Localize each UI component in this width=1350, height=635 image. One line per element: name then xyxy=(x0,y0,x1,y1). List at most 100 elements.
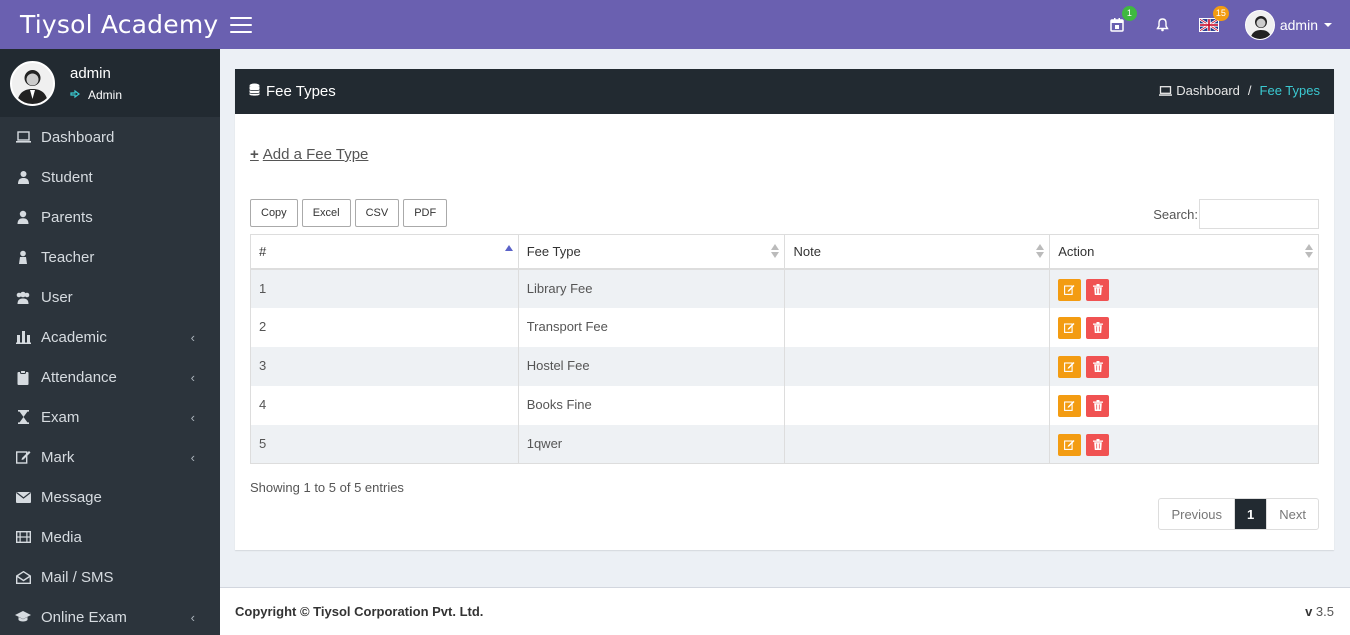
table-search: Search: xyxy=(1153,199,1319,229)
csv-button[interactable]: CSV xyxy=(354,199,400,227)
add-fee-type-link[interactable]: + Add a Fee Type xyxy=(250,146,368,163)
cell-actions xyxy=(1049,346,1319,386)
delete-button[interactable] xyxy=(1086,316,1110,339)
add-fee-type-label: Add a Fee Type xyxy=(262,146,369,163)
sidebar-item-label: Academic xyxy=(41,328,107,346)
student-icon xyxy=(15,169,31,185)
fee-types-table: # Fee Type Note Action 1 Library Fee 2 T… xyxy=(250,234,1319,464)
breadcrumb-dashboard-link[interactable]: Dashboard xyxy=(1159,83,1240,98)
edit-button[interactable] xyxy=(1058,433,1082,456)
delete-button[interactable] xyxy=(1086,278,1110,301)
caret-down-icon xyxy=(1324,22,1332,27)
sidebar-item-label: Online Exam xyxy=(41,608,127,626)
sidebar-item-media[interactable]: Media xyxy=(0,517,220,557)
sidebar-user-role-label: Admin xyxy=(88,87,123,102)
delete-button[interactable] xyxy=(1086,433,1110,456)
trash-icon xyxy=(1092,439,1103,450)
calendar-notification-icon[interactable]: 1 xyxy=(1107,5,1137,35)
table-row: 5 1qwer xyxy=(250,424,1319,464)
edit-button[interactable] xyxy=(1058,355,1082,378)
laptop-icon xyxy=(15,129,31,145)
pdf-button[interactable]: PDF xyxy=(403,199,448,227)
sidebar-item-dashboard[interactable]: Dashboard xyxy=(0,117,220,157)
sidebar-item-label: Student xyxy=(41,168,93,186)
top-navbar: Tiysol Academy 1 15 admin xyxy=(0,0,1350,49)
bell-icon[interactable] xyxy=(1153,15,1173,35)
breadcrumb-current: Fee Types xyxy=(1259,83,1320,98)
delete-button[interactable] xyxy=(1086,394,1110,417)
breadcrumb-home-label: Dashboard xyxy=(1176,83,1240,98)
brand-logo[interactable]: Tiysol Academy xyxy=(0,0,220,49)
cell-note xyxy=(784,385,1051,425)
edit-icon xyxy=(1064,285,1075,295)
language-flag-icon[interactable]: 15 xyxy=(1198,5,1229,35)
sidebar-user-role: Admin xyxy=(70,88,122,102)
sidebar-item-label: User xyxy=(41,288,73,306)
sidebar-item-attendance[interactable]: Attendance ‹ xyxy=(0,357,220,397)
table-row: 4 Books Fine xyxy=(250,385,1319,425)
column-header-action[interactable]: Action xyxy=(1049,234,1319,270)
sidebar-item-label: Media xyxy=(41,528,82,546)
page-1-button[interactable]: 1 xyxy=(1235,499,1267,529)
sidebar-item-user[interactable]: User xyxy=(0,277,220,317)
column-header-label: Action xyxy=(1058,243,1095,259)
sidebar-item-label: Exam xyxy=(41,408,80,426)
sort-ascending-icon xyxy=(504,245,513,253)
chevron-left-icon: ‹ xyxy=(190,450,195,465)
cell-note xyxy=(784,424,1051,464)
search-label: Search: xyxy=(1153,206,1198,222)
edit-button[interactable] xyxy=(1058,278,1082,301)
version-prefix: v xyxy=(1305,604,1313,619)
copy-button[interactable]: Copy xyxy=(250,199,298,227)
sort-icon xyxy=(1036,244,1045,258)
cell-fee-type: Books Fine xyxy=(517,385,786,425)
sidebar-item-exam[interactable]: Exam ‹ xyxy=(0,397,220,437)
sidebar-toggle-icon[interactable] xyxy=(230,16,252,33)
cell-number: 2 xyxy=(250,307,519,347)
sidebar-user-name: admin xyxy=(70,64,111,82)
sidebar-item-parents[interactable]: Parents xyxy=(0,197,220,237)
sidebar-item-mark[interactable]: Mark ‹ xyxy=(0,437,220,477)
sidebar-item-student[interactable]: Student xyxy=(0,157,220,197)
footer: Copyright © Tiysol Corporation Pvt. Ltd.… xyxy=(220,587,1350,635)
column-header-note[interactable]: Note xyxy=(784,234,1051,270)
delete-button[interactable] xyxy=(1086,355,1110,378)
search-input[interactable] xyxy=(1199,199,1319,229)
sidebar-item-teacher[interactable]: Teacher xyxy=(0,237,220,277)
cell-note xyxy=(784,307,1051,347)
chevron-left-icon: ‹ xyxy=(190,330,195,345)
envelope-open-icon xyxy=(15,569,31,585)
sidebar-item-academic[interactable]: Academic ‹ xyxy=(0,317,220,357)
avatar xyxy=(10,60,55,106)
column-header-number[interactable]: # xyxy=(250,234,519,270)
sidebar-item-message[interactable]: Message xyxy=(0,477,220,517)
cell-actions xyxy=(1049,424,1319,464)
breadcrumb-separator: / xyxy=(1247,83,1252,98)
envelope-icon xyxy=(15,489,31,505)
fee-types-panel: Fee Types Dashboard / Fee Types + Add a … xyxy=(235,69,1334,550)
next-page-button[interactable]: Next xyxy=(1266,499,1318,529)
edit-button[interactable] xyxy=(1058,316,1082,339)
column-header-fee-type[interactable]: Fee Type xyxy=(517,234,786,270)
table-row: 3 Hostel Fee xyxy=(250,346,1319,386)
table-row: 2 Transport Fee xyxy=(250,307,1319,347)
column-header-label: Note xyxy=(793,243,821,259)
sort-icon xyxy=(771,244,780,258)
main-content: Fee Types Dashboard / Fee Types + Add a … xyxy=(220,49,1350,587)
sidebar-item-label: Attendance xyxy=(41,368,117,386)
sidebar: admin Admin Dashboard Student Parents Te… xyxy=(0,49,220,635)
cell-number: 1 xyxy=(250,268,519,308)
sidebar-item-online-exam[interactable]: Online Exam ‹ xyxy=(0,597,220,635)
cell-actions xyxy=(1049,307,1319,347)
sidebar-item-mail-sms[interactable]: Mail / SMS xyxy=(0,557,220,597)
database-icon xyxy=(249,83,260,101)
users-icon xyxy=(15,289,31,305)
previous-page-button[interactable]: Previous xyxy=(1159,499,1236,529)
graduation-cap-icon xyxy=(15,609,31,625)
laptop-icon xyxy=(1159,85,1173,96)
excel-button[interactable]: Excel xyxy=(301,199,351,227)
cell-fee-type: Transport Fee xyxy=(517,307,786,347)
version-number: 3.5 xyxy=(1315,604,1334,619)
edit-button[interactable] xyxy=(1058,394,1082,417)
user-menu-dropdown[interactable]: admin xyxy=(1244,9,1332,40)
